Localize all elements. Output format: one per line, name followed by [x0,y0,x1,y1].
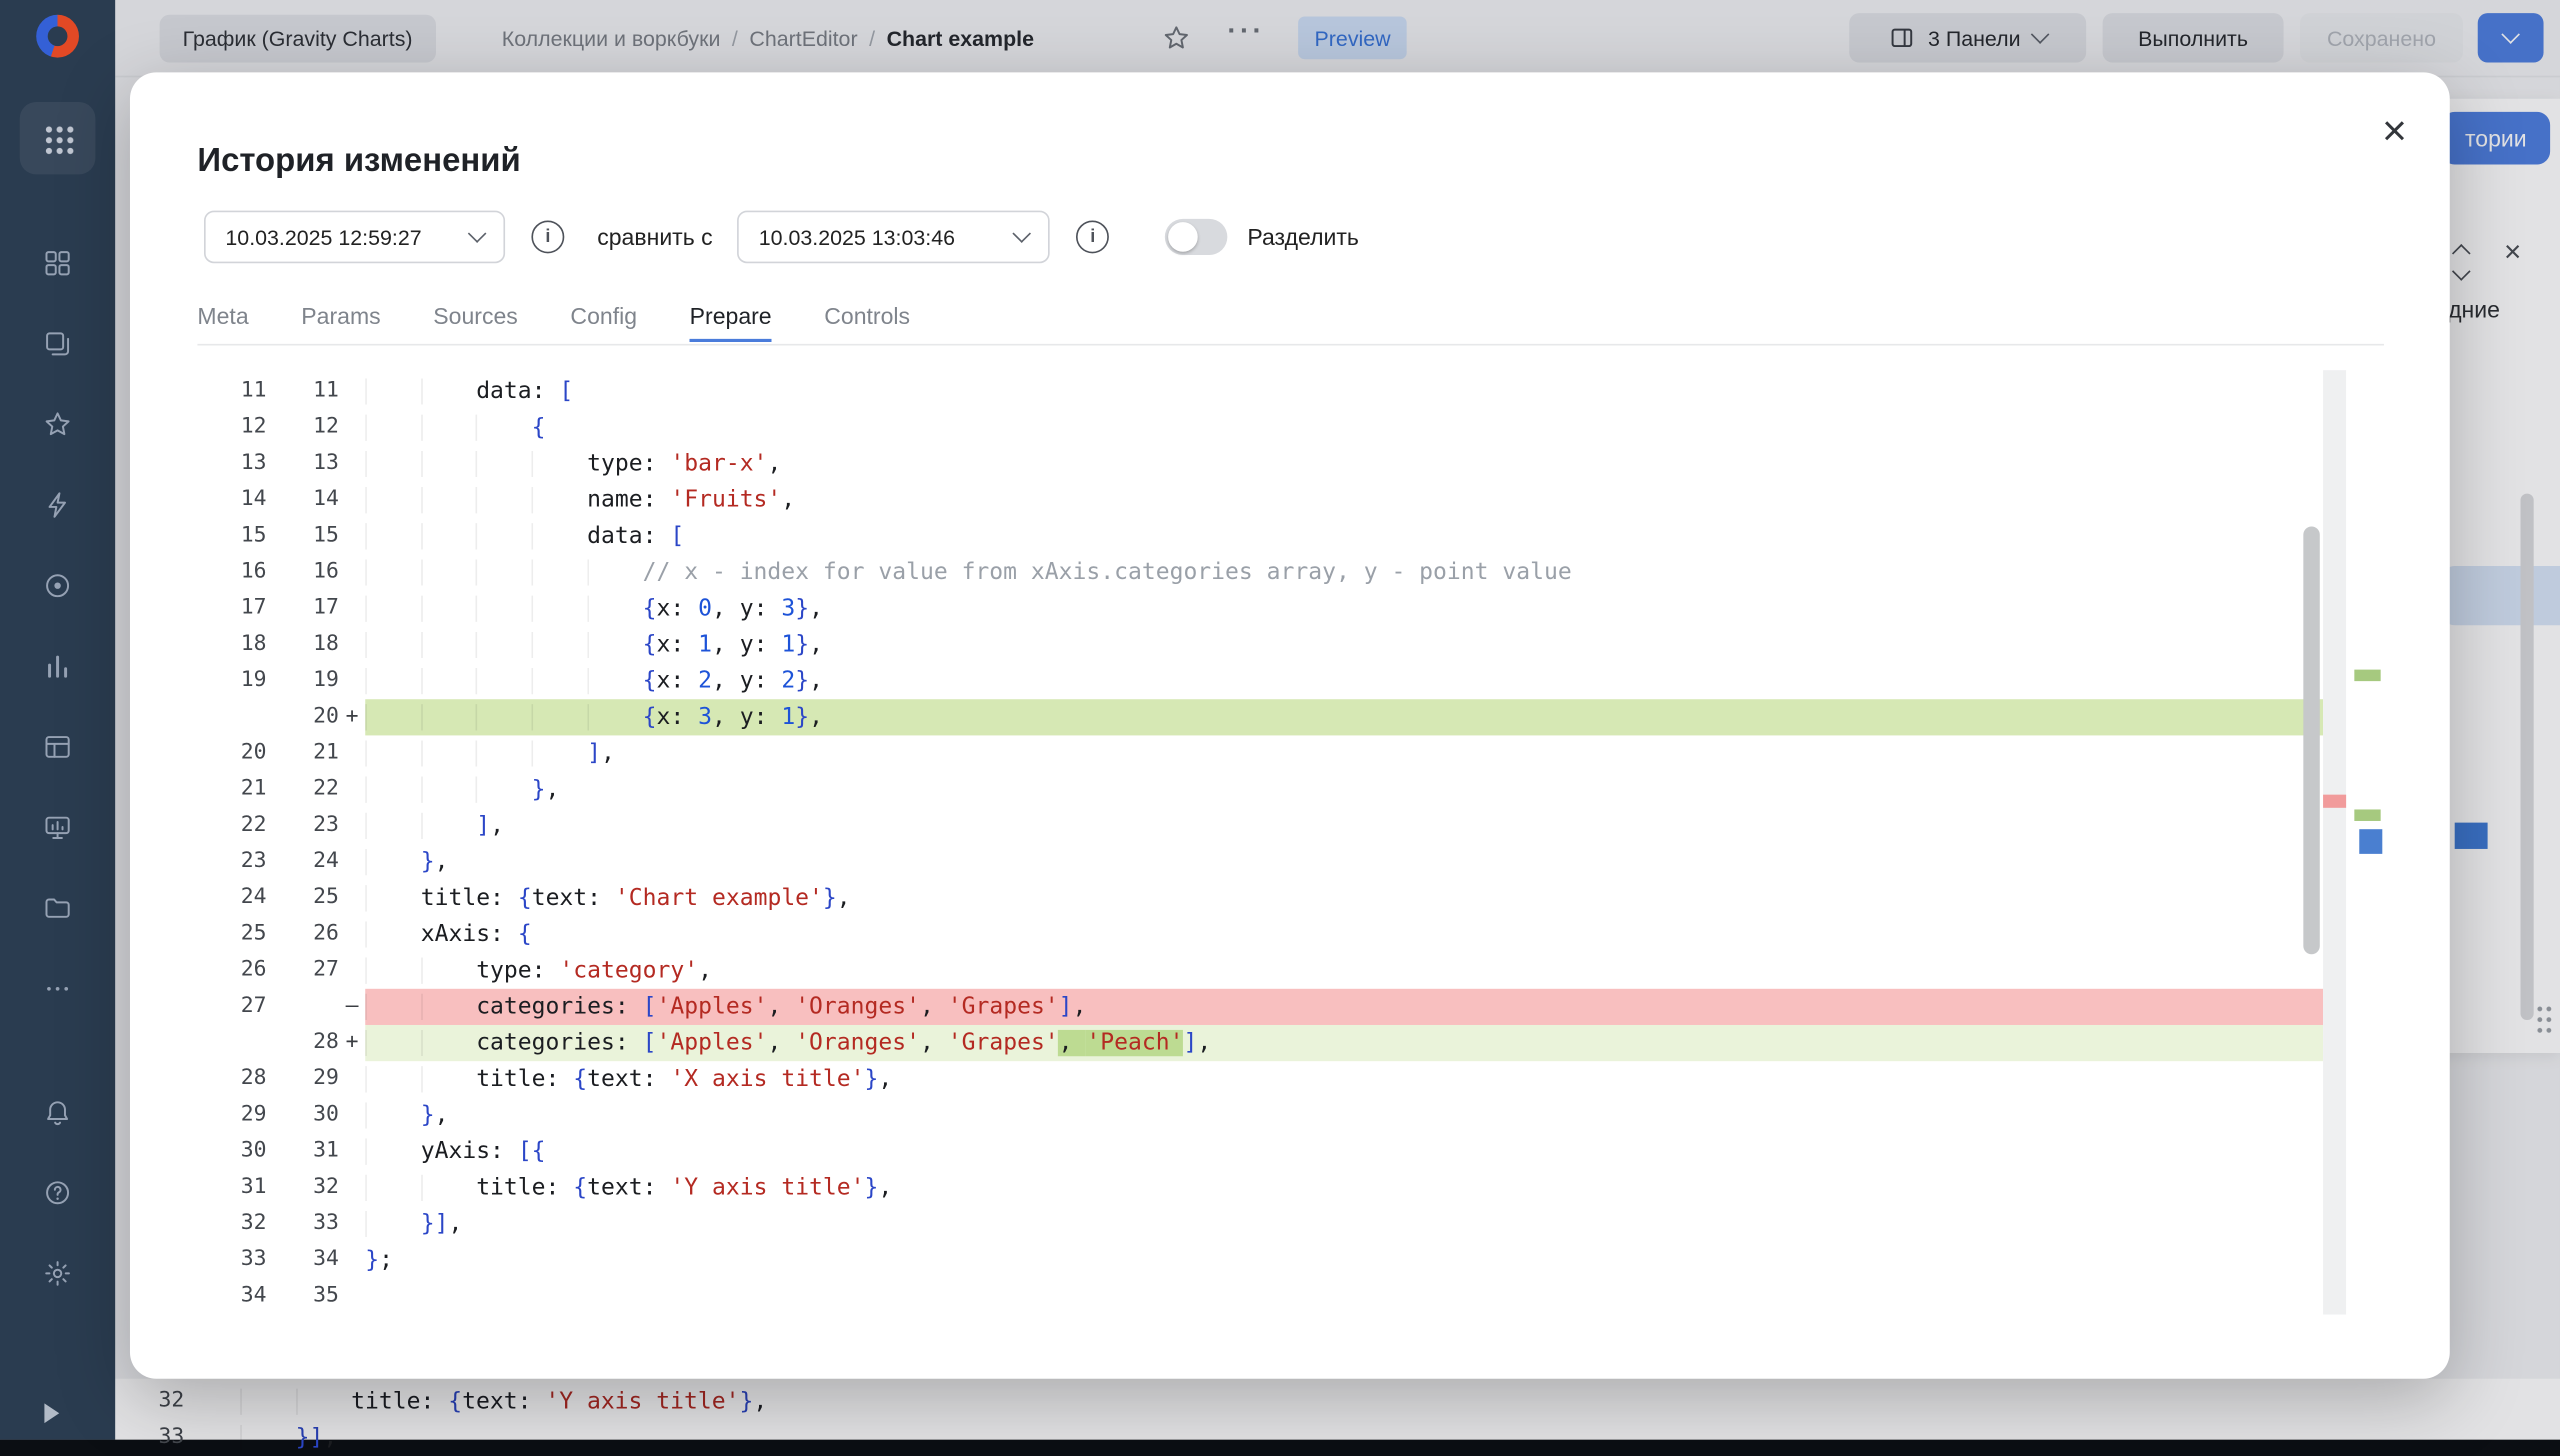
diff-overview-marks [2346,370,2409,1314]
app-stage: График (Gravity Charts) Коллекции и ворк… [0,0,2560,1440]
tab-meta[interactable]: Meta [197,303,248,342]
diff-row: 1515 data: [ [196,518,2323,554]
tab-sources[interactable]: Sources [433,303,517,342]
diff-scrollbar-thumb[interactable] [2303,526,2319,954]
tabs-divider [197,344,2384,346]
diff-row: 2930 }, [196,1097,2323,1133]
split-toggle-label: Разделить [1247,224,1359,250]
right-version-select[interactable]: 10.03.2025 13:03:46 [737,211,1050,264]
diff-row: 3435 [196,1278,2323,1314]
tab-params[interactable]: Params [301,303,380,342]
diff-row: 1414 name: 'Fruits', [196,482,2323,518]
toggle-knob [1168,222,1198,252]
ruler-added-mark [2354,809,2380,821]
ruler-viewport-mark [2359,829,2382,854]
compare-with-label: сравнить с [597,224,712,250]
diff-rows: 1111 data: [1212 {1313 type: 'bar-x',141… [196,373,2323,1314]
history-modal: История изменений × 10.03.2025 12:59:27 … [130,72,2450,1378]
diff-row: 20+ {x: 3, y: 1}, [196,699,2323,735]
diff-row: 2324 }, [196,844,2323,880]
diff-row: 1111 data: [ [196,373,2323,409]
diff-row: 1818 {x: 1, y: 1}, [196,627,2323,663]
diff-row: 28+ categories: ['Apples', 'Oranges', 'G… [196,1025,2323,1061]
modal-close-icon[interactable]: × [2382,109,2407,152]
diff-row: 1212 { [196,410,2323,446]
right-version-value: 10.03.2025 13:03:46 [759,225,955,250]
diff-row: 2122 }, [196,772,2323,808]
diff-row: 2425 title: {text: 'Chart example'}, [196,880,2323,916]
diff-row: 2526 xAxis: { [196,916,2323,952]
diff-row: 3031 yAxis: [{ [196,1134,2323,1170]
diff-row: 2223 ], [196,808,2323,844]
diff-overview-ruler [2323,370,2346,1314]
ruler-removed-mark [2323,795,2346,808]
diff-row: 1616 // x - index for value from xAxis.c… [196,554,2323,590]
diff-row: 1919 {x: 2, y: 2}, [196,663,2323,699]
diff-row: 1717 {x: 0, y: 3}, [196,591,2323,627]
left-version-value: 10.03.2025 12:59:27 [225,225,421,250]
diff-row: 2829 title: {text: 'X axis title'}, [196,1061,2323,1097]
version-controls: 10.03.2025 12:59:27 i сравнить с 10.03.2… [204,211,1359,264]
split-view-toggle[interactable] [1165,219,1228,255]
right-version-info-icon[interactable]: i [1076,220,1109,253]
diff-view: 1111 data: [1212 {1313 type: 'bar-x',141… [196,373,2323,1314]
diff-row: 2021 ], [196,735,2323,771]
chevron-down-icon [468,224,487,243]
tab-controls[interactable]: Controls [824,303,910,342]
diff-row: 3132 title: {text: 'Y axis title'}, [196,1170,2323,1206]
left-version-select[interactable]: 10.03.2025 12:59:27 [204,211,505,264]
diff-row: 3233 }], [196,1206,2323,1242]
diff-row: 27— categories: ['Apples', 'Oranges', 'G… [196,989,2323,1025]
diff-row: 2627 type: 'category', [196,953,2323,989]
left-version-info-icon[interactable]: i [531,220,564,253]
tab-config[interactable]: Config [570,303,637,342]
modal-title: История изменений [197,142,520,180]
diff-row: 3334}; [196,1242,2323,1278]
ruler-added-mark [2354,670,2380,682]
modal-tabs: Meta Params Sources Config Prepare Contr… [197,303,910,342]
tab-prepare[interactable]: Prepare [690,303,772,342]
diff-row: 1313 type: 'bar-x', [196,446,2323,482]
chevron-down-icon [1013,224,1032,243]
